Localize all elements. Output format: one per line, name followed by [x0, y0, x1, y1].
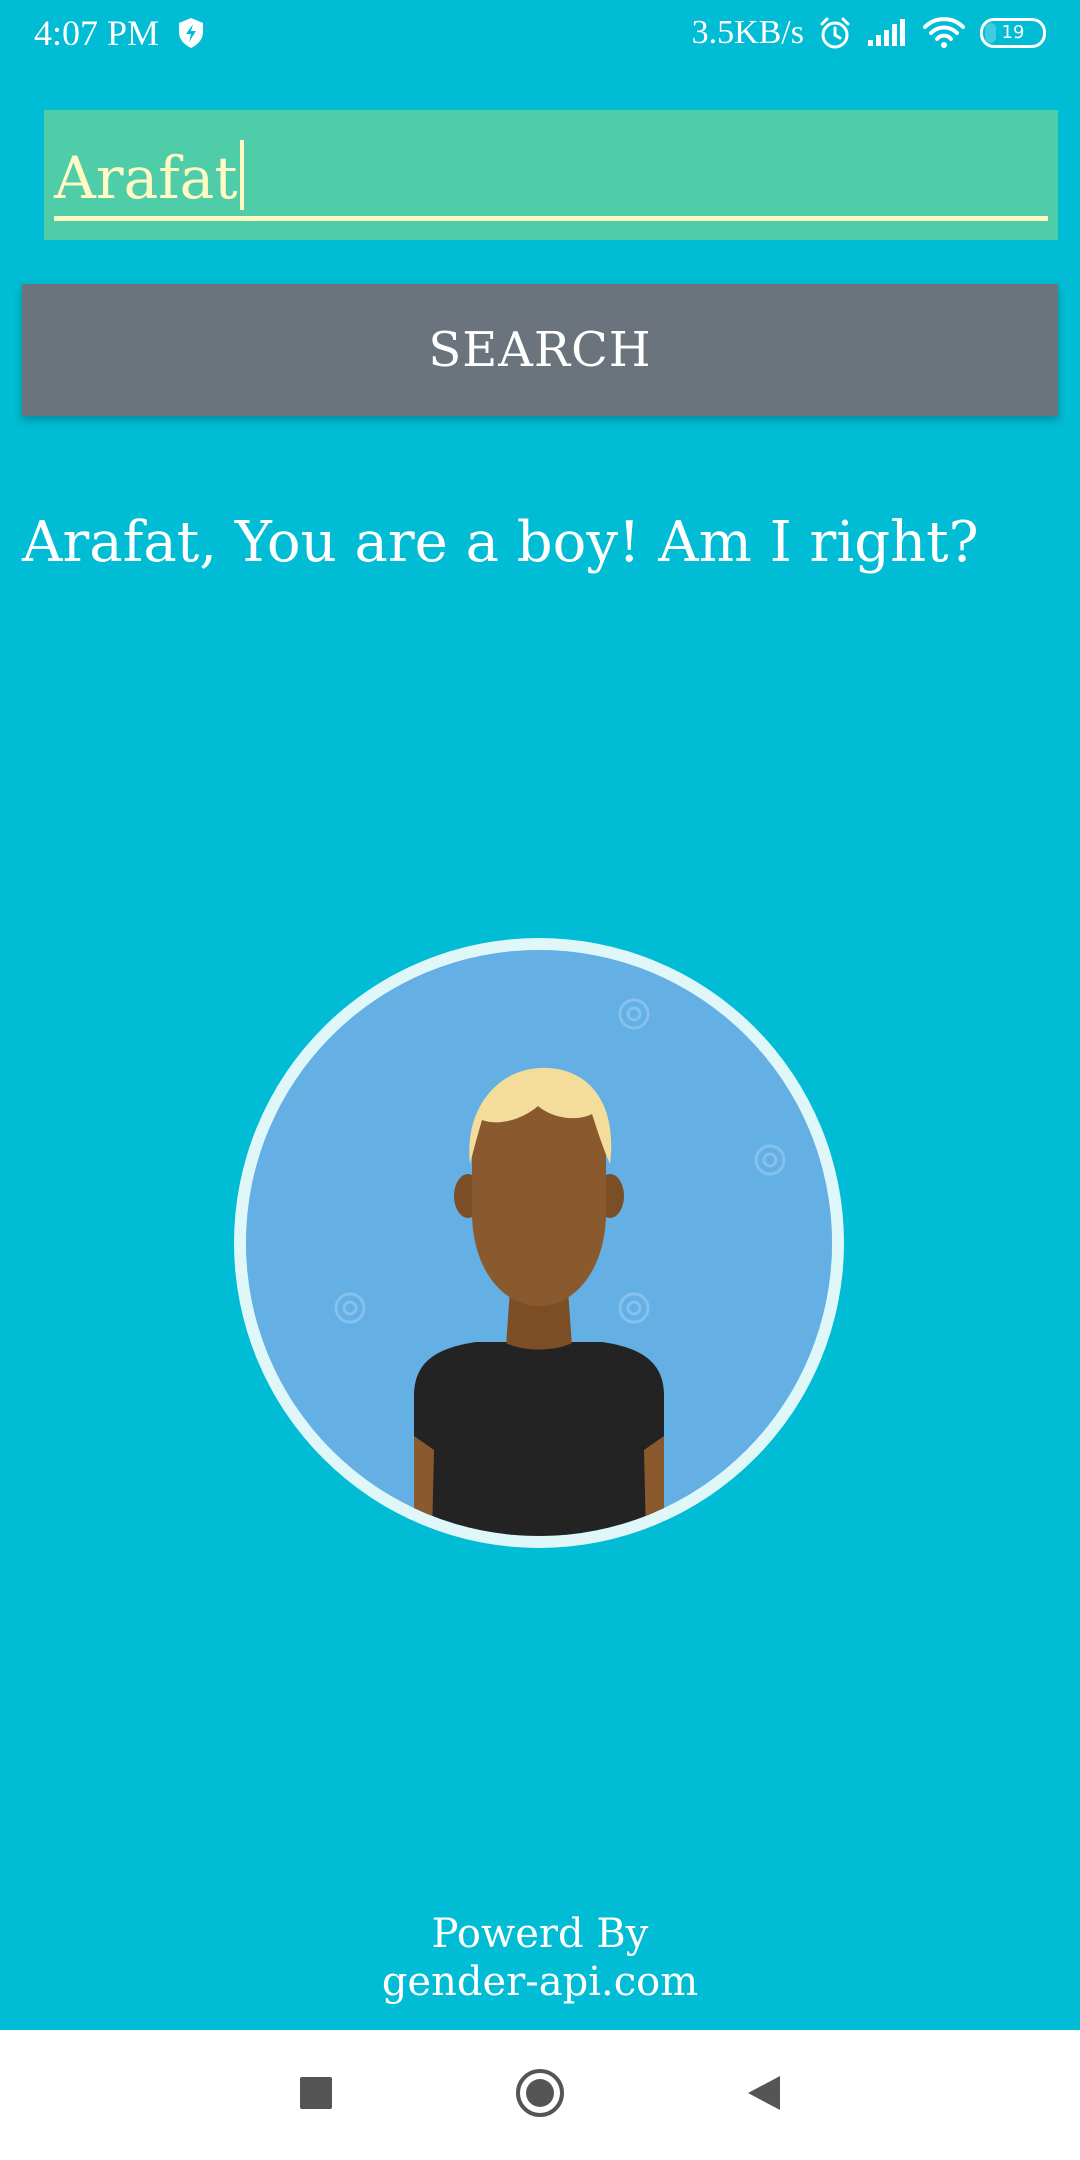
text-caret: [239, 140, 244, 210]
signal-icon: [866, 18, 908, 48]
boy-avatar-icon: [246, 950, 832, 1536]
network-speed: 3.5KB/s: [691, 14, 804, 51]
result-message: Arafat, You are a boy! Am I right?: [22, 510, 979, 575]
alarm-icon: [818, 16, 852, 50]
navigation-bar: [0, 2030, 1080, 2160]
input-underline: [54, 216, 1048, 221]
name-input[interactable]: Arafat: [44, 110, 1058, 240]
footer-powered-by: Powerd By: [431, 1911, 649, 1957]
avatar-ring: [234, 938, 844, 1548]
shield-icon: [177, 17, 205, 49]
battery-level: 19: [1001, 22, 1025, 43]
name-input-value[interactable]: Arafat: [54, 140, 244, 210]
status-time: 4:07 PM: [34, 13, 160, 53]
status-bar: 4:07 PM 3.5KB/s 19: [0, 0, 1080, 66]
battery-icon: 19: [980, 18, 1046, 48]
recents-icon[interactable]: [281, 2058, 351, 2128]
search-button[interactable]: SEARCH: [22, 284, 1058, 416]
footer-link: gender-api.com: [381, 1959, 699, 2005]
status-right: 3.5KB/s 19: [692, 8, 1046, 58]
battery-fill: [985, 23, 997, 43]
home-icon[interactable]: [505, 2058, 575, 2128]
status-left: 4:07 PM: [34, 8, 205, 58]
back-icon[interactable]: [729, 2058, 799, 2128]
wifi-icon: [922, 16, 966, 50]
